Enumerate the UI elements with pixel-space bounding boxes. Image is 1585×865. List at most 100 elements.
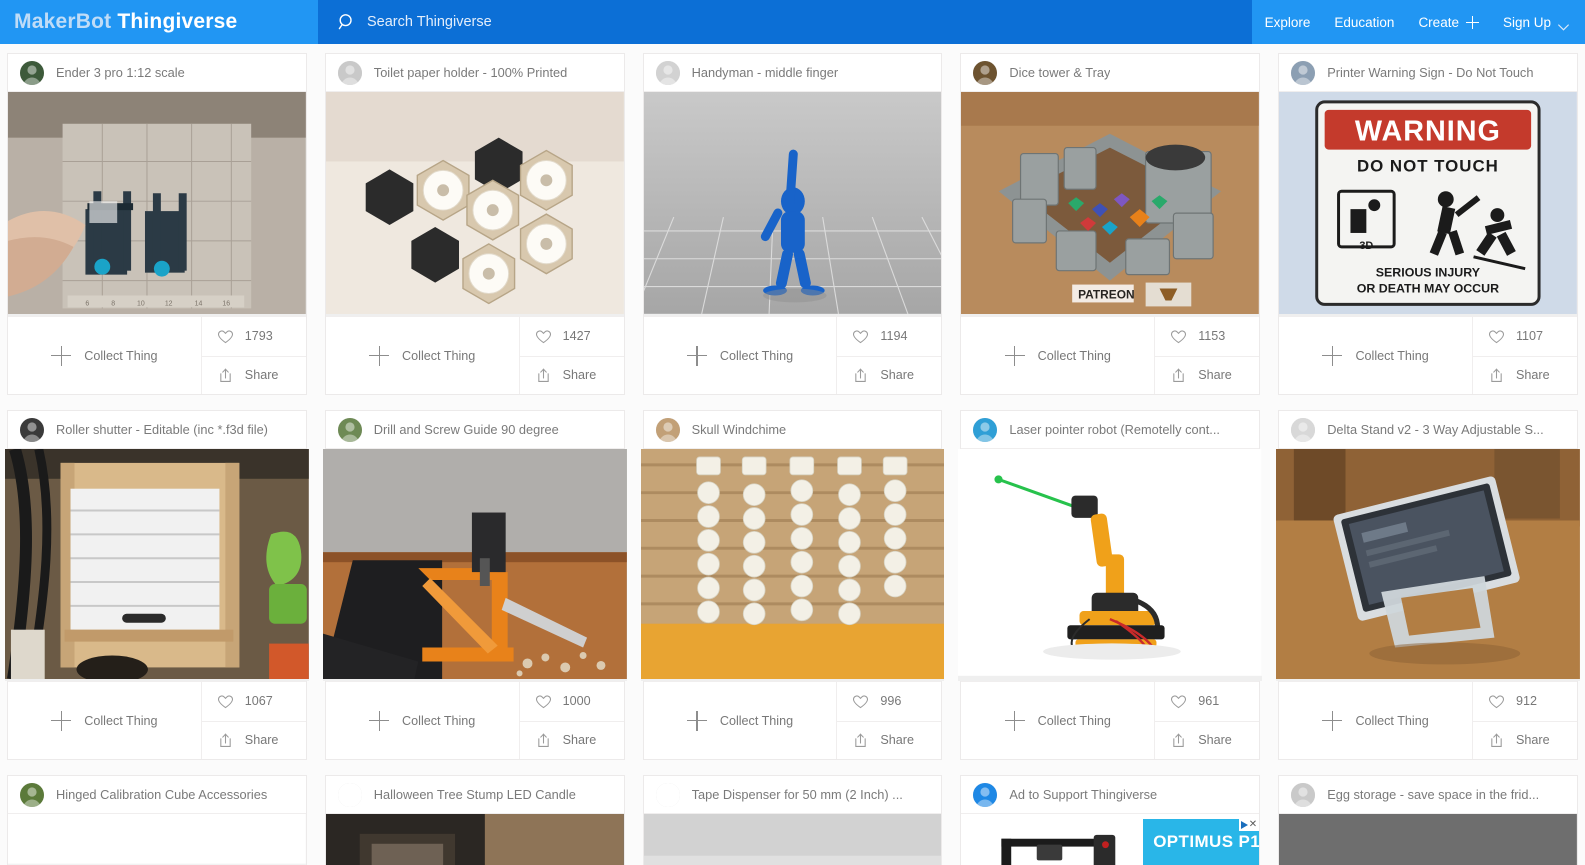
thing-title[interactable]: Roller shutter - Editable (inc *.f3d fil… [56, 422, 268, 437]
thing-card[interactable]: Ender 3 pro 1:12 scale 6 8 10 12 14 16 Colle… [7, 53, 307, 395]
nav-item-education[interactable]: Education [1334, 15, 1394, 30]
thing-card[interactable]: Delta Stand v2 - 3 Way Adjustable S... C… [1276, 410, 1580, 760]
collect-thing-button[interactable]: Collect Thing [961, 682, 1156, 759]
avatar[interactable] [1291, 782, 1316, 807]
share-button[interactable]: Share [837, 355, 942, 395]
thing-title[interactable]: Ad to Support Thingiverse [1009, 787, 1157, 802]
thing-thumbnail[interactable] [1276, 449, 1580, 681]
like-button[interactable]: 1427 [520, 317, 624, 356]
thing-card[interactable]: Dice tower & Tray PATREON Collect Thing … [960, 53, 1261, 395]
thing-card[interactable]: Ad to Support Thingiverse ✕ OPTIMUS P1 [960, 775, 1261, 865]
thing-card[interactable]: Skull Windchime Collect Thing 996 Share [640, 410, 945, 760]
like-button[interactable]: 1067 [202, 682, 306, 721]
thing-title[interactable]: Delta Stand v2 - 3 Way Adjustable S... [1327, 422, 1543, 437]
collect-thing-button[interactable]: Collect Thing [644, 317, 838, 394]
like-button[interactable]: 1194 [837, 317, 941, 356]
thing-title[interactable]: Dice tower & Tray [1009, 65, 1110, 80]
avatar[interactable] [337, 60, 362, 85]
like-button[interactable]: 1793 [202, 317, 306, 356]
collect-thing-button[interactable]: Collect Thing [961, 317, 1156, 394]
thing-card-grid: Ender 3 pro 1:12 scale 6 8 10 12 14 16 Colle… [0, 44, 1585, 865]
like-button[interactable]: 1153 [1155, 317, 1259, 356]
thing-thumbnail[interactable] [5, 449, 309, 681]
thing-thumbnail[interactable]: PATREON [961, 92, 1260, 316]
thing-title[interactable]: Toilet paper holder - 100% Printed [374, 65, 568, 80]
avatar[interactable] [20, 60, 44, 85]
search-input[interactable] [367, 14, 967, 30]
nav-item-explore[interactable]: Explore [1265, 15, 1311, 30]
collect-thing-button[interactable]: Collect Thing [326, 317, 520, 394]
avatar[interactable] [655, 417, 680, 442]
collect-thing-button[interactable]: Collect Thing [8, 682, 202, 759]
like-button[interactable]: 1000 [520, 682, 624, 721]
advertisement-banner[interactable]: ✕ OPTIMUS P1 LARGE FORMAT [961, 814, 1260, 865]
like-button[interactable]: 912 [1473, 682, 1577, 721]
share-button[interactable]: Share [201, 355, 306, 395]
search-bar[interactable] [318, 0, 1252, 44]
thing-title[interactable]: Hinged Calibration Cube Accessories [56, 787, 267, 802]
avatar[interactable] [20, 782, 44, 807]
adchoices-icon[interactable]: ✕ [1238, 819, 1260, 831]
thing-thumbnail[interactable] [325, 92, 624, 316]
share-button[interactable]: Share [201, 720, 306, 760]
thing-thumbnail[interactable]: WARNING DO NOT TOUCH 3D SERIOUS INJURY O… [1279, 92, 1577, 316]
like-button[interactable]: 1107 [1473, 317, 1577, 356]
avatar[interactable] [973, 60, 998, 85]
share-label: Share [1198, 733, 1232, 748]
thing-thumbnail[interactable] [958, 449, 1263, 681]
collect-thing-button[interactable]: Collect Thing [1279, 682, 1473, 759]
thing-thumbnail[interactable] [1279, 814, 1577, 865]
collect-thing-button[interactable]: Collect Thing [1279, 317, 1473, 394]
share-button[interactable]: Share [1472, 355, 1577, 395]
thing-title[interactable]: Handyman - middle finger [692, 65, 839, 80]
thing-thumbnail[interactable] [8, 814, 306, 865]
share-button[interactable]: Share [1155, 355, 1260, 395]
avatar[interactable] [20, 417, 44, 442]
avatar[interactable] [655, 782, 680, 807]
thing-thumbnail[interactable] [322, 449, 627, 681]
thing-thumbnail[interactable] [325, 814, 624, 865]
avatar[interactable] [655, 60, 680, 85]
thing-title[interactable]: Egg storage - save space in the frid... [1327, 787, 1539, 802]
collect-thing-button[interactable]: Collect Thing [326, 682, 520, 759]
thing-card[interactable]: Toilet paper holder - 100% Printed Colle… [324, 53, 625, 395]
site-logo[interactable]: MakerBot Thingiverse [0, 10, 318, 34]
avatar[interactable] [973, 782, 998, 807]
thing-card[interactable]: Handyman - middle finger Collect Thing 1… [642, 53, 943, 395]
avatar[interactable] [973, 417, 998, 442]
share-button[interactable]: Share [1472, 720, 1577, 760]
avatar[interactable] [1291, 60, 1316, 85]
thing-card[interactable]: Halloween Tree Stump LED Candle [324, 775, 625, 865]
avatar[interactable] [337, 782, 362, 807]
share-button[interactable]: Share [837, 720, 942, 760]
like-button[interactable]: 961 [1155, 682, 1259, 721]
share-button[interactable]: Share [1155, 720, 1260, 760]
nav-item-sign-up[interactable]: Sign Up [1503, 15, 1569, 31]
thing-title[interactable]: Laser pointer robot (Remotelly cont... [1009, 422, 1220, 437]
thing-card[interactable]: Hinged Calibration Cube Accessories [7, 775, 307, 865]
thing-title[interactable]: Ender 3 pro 1:12 scale [56, 65, 185, 80]
nav-item-create[interactable]: Create [1418, 15, 1479, 30]
thing-card[interactable]: Egg storage - save space in the frid... [1278, 775, 1578, 865]
thing-thumbnail[interactable] [643, 92, 942, 316]
thing-card[interactable]: Roller shutter - Editable (inc *.f3d fil… [5, 410, 309, 760]
thing-card[interactable]: Printer Warning Sign - Do Not Touch WARN… [1278, 53, 1578, 395]
thing-card[interactable]: Drill and Screw Guide 90 degree Collect … [322, 410, 627, 760]
thing-title[interactable]: Drill and Screw Guide 90 degree [374, 422, 559, 437]
thing-title[interactable]: Halloween Tree Stump LED Candle [374, 787, 576, 802]
avatar[interactable] [1291, 417, 1316, 442]
share-button[interactable]: Share [519, 355, 624, 395]
share-button[interactable]: Share [519, 720, 624, 760]
avatar[interactable] [337, 417, 362, 442]
like-button[interactable]: 996 [837, 682, 941, 721]
thing-thumbnail[interactable]: 6 8 10 12 14 16 [8, 92, 306, 316]
thing-card[interactable]: Laser pointer robot (Remotelly cont... C… [958, 410, 1263, 760]
thing-thumbnail[interactable] [640, 449, 945, 681]
thing-title[interactable]: Tape Dispenser for 50 mm (2 Inch) ... [692, 787, 903, 802]
thing-card[interactable]: Tape Dispenser for 50 mm (2 Inch) ... [642, 775, 943, 865]
thing-title[interactable]: Printer Warning Sign - Do Not Touch [1327, 65, 1533, 80]
thing-thumbnail[interactable] [643, 814, 942, 865]
collect-thing-button[interactable]: Collect Thing [8, 317, 202, 394]
collect-thing-button[interactable]: Collect Thing [644, 682, 838, 759]
thing-title[interactable]: Skull Windchime [692, 422, 787, 437]
